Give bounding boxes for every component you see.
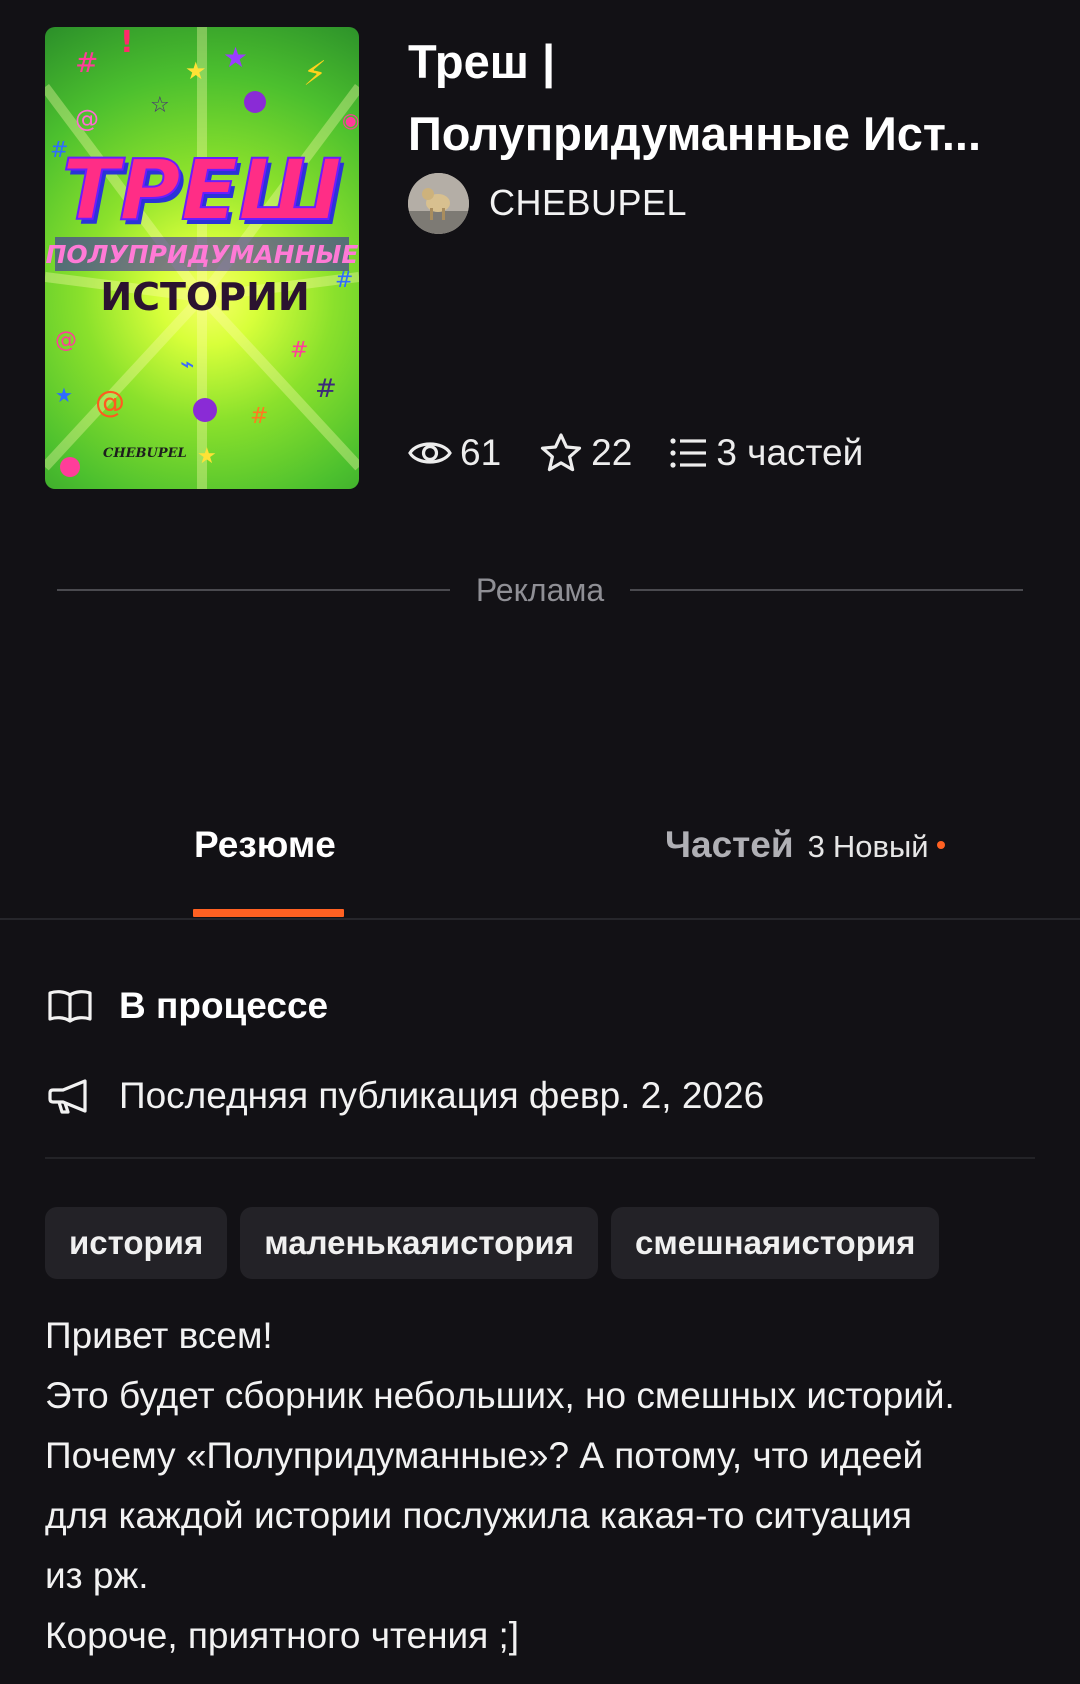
description-line: Почему «Полупридуманные»? А потому, что … (45, 1435, 924, 1476)
avatar[interactable] (408, 172, 469, 234)
story-cover[interactable]: # ! ★ ★ ⚡ ☆ @ # ◉ ТРЕШ ТРЕШ ПОЛУПРИДУМАН… (45, 27, 359, 489)
cover-signature: CHEBUPEL (103, 446, 187, 461)
story-page: # ! ★ ★ ⚡ ☆ @ # ◉ ТРЕШ ТРЕШ ПОЛУПРИДУМАН… (0, 0, 1080, 1684)
votes-stat: 22 (539, 432, 632, 474)
svg-text:@: @ (55, 328, 77, 353)
last-published: Последняя публикация февр. 2, 2026 (119, 1075, 765, 1116)
story-stats: 61 22 3 частей (408, 428, 901, 478)
author-link[interactable]: CHEBUPEL (408, 172, 687, 234)
story-title: Треш | Полупридуманные Ист... (408, 26, 1048, 170)
divider-line (57, 589, 450, 591)
tag-chip[interactable]: смешнаяистория (611, 1207, 940, 1279)
tab-parts-new: Новый (832, 829, 929, 864)
svg-text:☆: ☆ (150, 93, 170, 118)
book-icon (48, 990, 92, 1023)
votes-count: 22 (591, 432, 633, 473)
svg-text:@: @ (95, 385, 125, 420)
svg-text:#: # (290, 338, 308, 363)
new-indicator-dot (936, 841, 945, 849)
published-row: Последняя публикация февр. 2, 2026 (47, 1075, 764, 1117)
svg-text:!: ! (120, 27, 134, 60)
story-description: Привет всем! Это будет сборник небольших… (45, 1306, 1055, 1666)
star-icon (541, 433, 582, 472)
story-title-line-2: Полупридуманные Ист... (408, 107, 981, 160)
cover-subtitle-1: ПОЛУПРИДУМАННЫЕ (46, 240, 359, 269)
svg-text:★: ★ (223, 41, 248, 74)
section-divider (45, 1157, 1035, 1159)
eye-icon (408, 442, 452, 464)
list-icon (670, 438, 707, 468)
parts-count: 3 частей (716, 432, 864, 473)
svg-text:★: ★ (197, 444, 217, 469)
cover-title: ТРЕШ (62, 141, 342, 239)
svg-text:#: # (250, 404, 268, 429)
description-line: Привет всем! (45, 1315, 273, 1356)
story-status: В процессе (119, 985, 329, 1026)
svg-text:◉: ◉ (342, 108, 359, 132)
svg-text:⚡: ⚡ (303, 54, 327, 94)
svg-text:#: # (315, 374, 337, 404)
tag-list: история маленькаяистория смешнаяистория (45, 1207, 952, 1279)
story-title-line-1: Треш | (408, 35, 556, 88)
svg-text:★: ★ (55, 383, 73, 407)
description-line: из рж. (45, 1555, 149, 1596)
tab-parts-label: Частей (665, 824, 794, 865)
tab-parts-count: 3 (807, 829, 825, 864)
tab-summary[interactable]: Резюме (194, 824, 336, 866)
parts-stat: 3 частей (670, 432, 863, 474)
svg-text:#: # (335, 268, 353, 293)
description-line: Это будет сборник небольших, но смешных … (45, 1375, 955, 1416)
ad-label: Реклама (475, 571, 605, 608)
tab-bar: Резюме Частей 3 Новый (0, 812, 1080, 920)
tab-parts[interactable]: Частей 3 Новый (665, 824, 945, 866)
svg-text:#: # (75, 46, 98, 79)
description-line: для каждой истории послужила какая-то си… (45, 1495, 912, 1536)
tag-chip[interactable]: маленькаяистория (240, 1207, 599, 1279)
views-stat: 61 (408, 432, 501, 474)
status-row: В процессе (47, 985, 328, 1027)
views-count: 61 (460, 432, 502, 473)
active-tab-indicator (193, 909, 344, 917)
author-name[interactable]: CHEBUPEL (489, 182, 687, 224)
svg-text:⌁: ⌁ (180, 350, 194, 378)
tag-chip[interactable]: история (45, 1207, 228, 1279)
description-line: Короче, приятного чтения ;] (45, 1615, 520, 1656)
megaphone-icon (48, 1079, 87, 1114)
divider-line (630, 589, 1024, 591)
cover-subtitle-2: ИСТОРИИ (100, 275, 309, 319)
svg-text:@: @ (75, 105, 99, 133)
svg-text:★: ★ (185, 57, 207, 85)
ad-divider: Реклама (57, 570, 1024, 610)
